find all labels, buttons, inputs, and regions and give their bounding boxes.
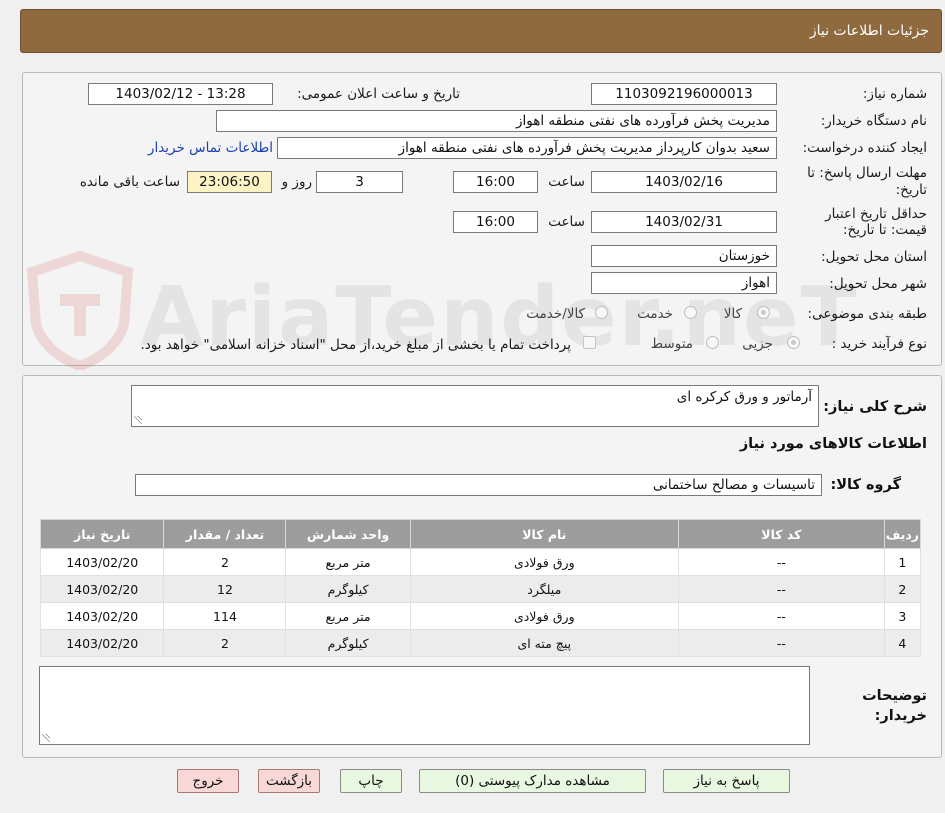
goods-group-label: گروه کالا: [830, 477, 901, 493]
col-qty-header: تعداد / مقدار [163, 519, 287, 549]
remaining-time-field: 23:06:50 [187, 171, 272, 193]
need-number-label: شماره نیاز: [862, 86, 927, 102]
deadline-time-label: ساعت [548, 174, 585, 190]
city-field: اهواز [591, 272, 777, 294]
process-minor-label: جزیی [742, 336, 773, 352]
resize-handle-icon[interactable] [42, 734, 50, 742]
need-summary-field: آرماتور و ورق کرکره ای [131, 385, 819, 427]
exit-button[interactable]: خروج [177, 769, 239, 793]
process-medium-radio[interactable] [706, 336, 719, 349]
cell-date: 1403/02/20 [39, 629, 165, 657]
announce-date-field: 1403/02/12 - 13:28 [88, 83, 273, 105]
deadline-label-2: تاریخ: [895, 182, 927, 198]
col-name-header: نام کالا [409, 519, 679, 549]
goods-info-title: اطلاعات کالاهای مورد نیاز [739, 436, 927, 452]
cell-code: -- [677, 602, 885, 630]
cell-name: میلگرد [409, 575, 679, 603]
back-button[interactable]: بازگشت [258, 769, 320, 793]
buyer-notes-label: توضیحات [862, 688, 927, 704]
page-header: جزئیات اطلاعات نیاز [20, 9, 942, 53]
buyer-notes-field[interactable] [39, 666, 810, 745]
deadline-label: مهلت ارسال پاسخ: تا [807, 165, 927, 181]
cell-date: 1403/02/20 [39, 602, 165, 630]
cell-unit: متر مربع [285, 602, 411, 630]
buyer-org-field: مدیریت پخش فرآورده های نفتی منطقه اهواز [216, 110, 777, 132]
cell-name: ورق فولادی [409, 602, 679, 630]
reply-button[interactable]: پاسخ به نیاز [663, 769, 790, 793]
category-service-radio[interactable] [684, 306, 697, 319]
view-attachments-button[interactable]: مشاهده مدارک پیوستی (0) [419, 769, 646, 793]
buyer-org-label: نام دستگاه خریدار: [820, 113, 927, 129]
table-row: 1 -- ورق فولادی متر مربع 2 1403/02/20 [39, 548, 922, 576]
cell-code: -- [677, 575, 885, 603]
col-code-header: کد کالا [677, 519, 885, 549]
province-field: خوزستان [591, 245, 777, 267]
cell-qty: 12 [163, 575, 287, 603]
treasury-payment-note: پرداخت تمام یا بخشی از مبلغ خرید،از محل … [140, 337, 571, 353]
col-row-header: ردیف [883, 519, 922, 549]
cell-code: -- [677, 548, 885, 576]
cell-name: پیچ مته ای [409, 629, 679, 657]
cell-code: -- [677, 629, 885, 657]
category-goods-service-radio[interactable] [595, 306, 608, 319]
deadline-date-field: 1403/02/16 [591, 171, 777, 193]
validity-date-field: 1403/02/31 [591, 211, 777, 233]
cell-date: 1403/02/20 [39, 575, 165, 603]
cell-name: ورق فولادی [409, 548, 679, 576]
goods-table: ردیف کد کالا نام کالا واحد شمارش تعداد /… [39, 519, 922, 657]
category-goods-radio[interactable] [757, 306, 770, 319]
requester-label: ایجاد کننده درخواست: [802, 140, 927, 156]
table-row: 3 -- ورق فولادی متر مربع 114 1403/02/20 [39, 602, 922, 630]
category-label: طبقه بندی موضوعی: [807, 306, 927, 322]
remaining-days-field: 3 [316, 171, 403, 193]
category-service-label: خدمت [637, 306, 673, 322]
table-row: 4 -- پیچ مته ای کیلوگرم 2 1403/02/20 [39, 629, 922, 657]
watermark-logo-icon [20, 250, 140, 374]
category-goods-label: کالا [723, 306, 742, 322]
cell-unit: کیلوگرم [285, 629, 411, 657]
validity-time-field: 16:00 [453, 211, 538, 233]
col-unit-header: واحد شمارش [285, 519, 411, 549]
process-minor-radio[interactable] [787, 336, 800, 349]
buyer-notes-label-2: خریدار: [874, 708, 927, 724]
validity-label: حداقل تاریخ اعتبار [825, 206, 927, 222]
validity-label-2: قیمت: تا تاریخ: [843, 222, 927, 238]
page-title: جزئیات اطلاعات نیاز [809, 23, 929, 39]
process-medium-label: متوسط [650, 336, 693, 352]
cell-qty: 114 [163, 602, 287, 630]
treasury-payment-checkbox[interactable] [583, 336, 596, 349]
table-header-row: ردیف کد کالا نام کالا واحد شمارش تعداد /… [39, 519, 922, 549]
cell-row: 3 [883, 602, 922, 630]
remaining-time-label: ساعت باقی مانده [79, 174, 180, 190]
cell-qty: 2 [163, 629, 287, 657]
announce-date-label: تاریخ و ساعت اعلان عمومی: [297, 86, 460, 102]
need-summary-text: آرماتور و ورق کرکره ای [676, 389, 812, 405]
cell-row: 4 [883, 629, 922, 657]
print-button[interactable]: چاپ [340, 769, 402, 793]
cell-row: 1 [883, 548, 922, 576]
validity-time-label: ساعت [548, 214, 585, 230]
cell-unit: کیلوگرم [285, 575, 411, 603]
days-label: روز و [281, 174, 312, 190]
cell-date: 1403/02/20 [39, 548, 165, 576]
requester-field: سعید بدوان کارپرداز مدیریت پخش فرآورده ه… [277, 137, 777, 159]
col-date-header: تاریخ نیاز [39, 519, 165, 549]
need-summary-label: شرح کلی نیاز: [823, 399, 927, 415]
buyer-contact-link[interactable]: اطلاعات تماس خریدار [148, 140, 273, 156]
cell-qty: 2 [163, 548, 287, 576]
cell-unit: متر مربع [285, 548, 411, 576]
city-label: شهر محل تحویل: [829, 276, 927, 292]
cell-row: 2 [883, 575, 922, 603]
need-number-field: 1103092196000013 [591, 83, 777, 105]
resize-handle-icon[interactable] [134, 416, 142, 424]
category-goods-service-label: کالا/خدمت [526, 306, 585, 322]
province-label: استان محل تحویل: [821, 249, 927, 265]
goods-group-field: تاسیسات و مصالح ساختمانی [135, 474, 822, 496]
deadline-time-field: 16:00 [453, 171, 538, 193]
table-row: 2 -- میلگرد کیلوگرم 12 1403/02/20 [39, 575, 922, 603]
process-label: نوع فرآیند خرید : [831, 336, 927, 352]
